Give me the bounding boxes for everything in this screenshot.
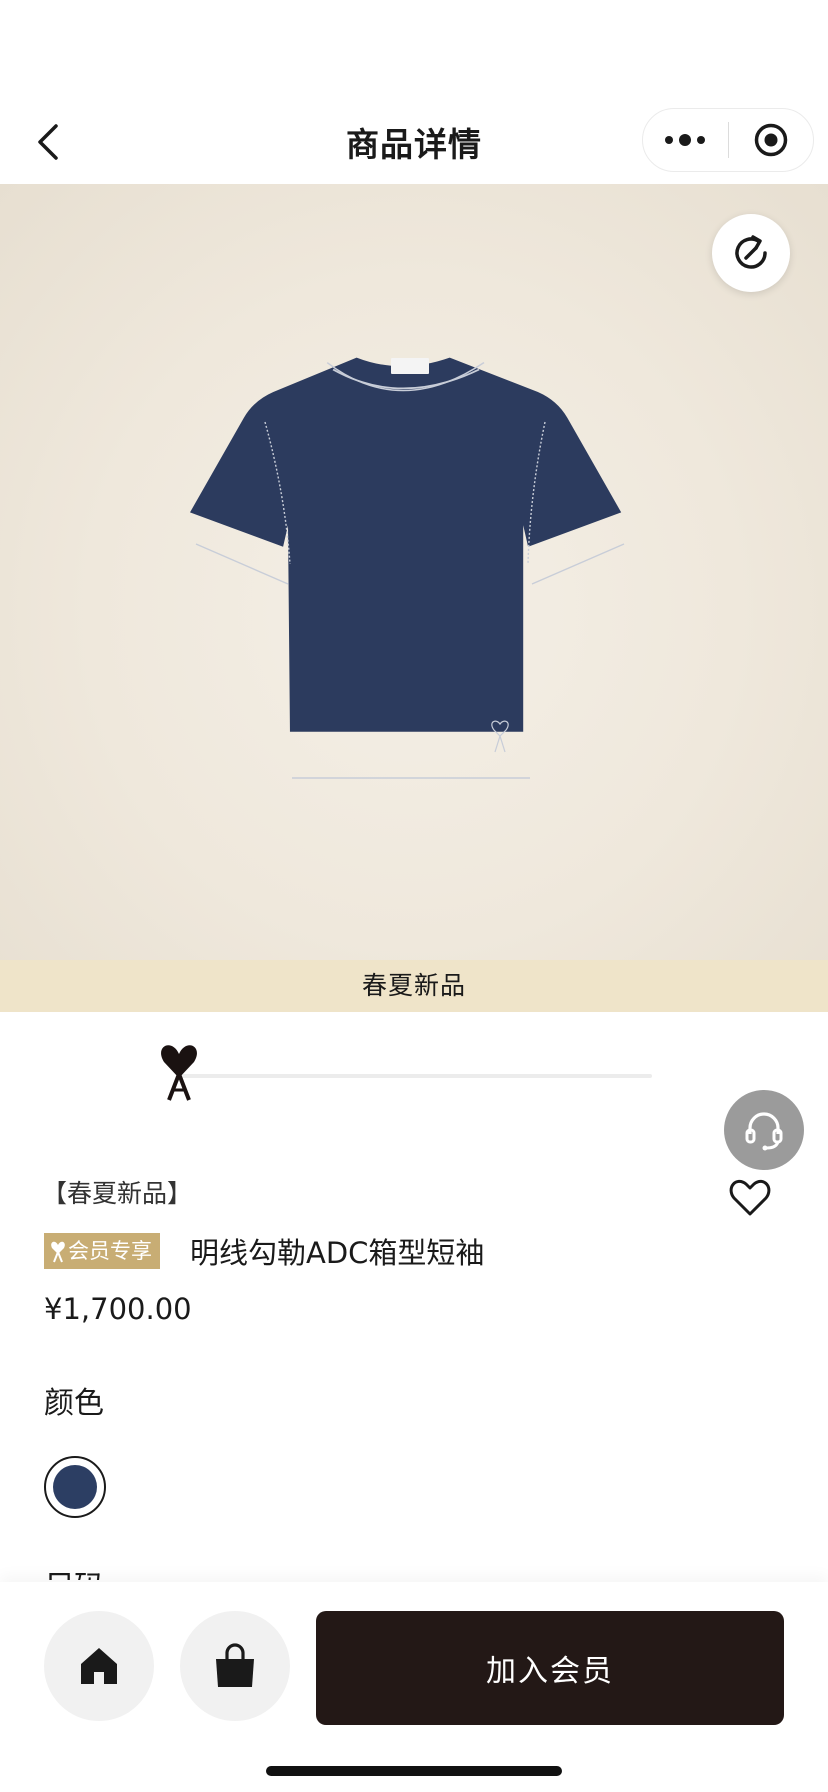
color-swatch-navy[interactable] xyxy=(44,1456,106,1518)
shopping-bag-button[interactable] xyxy=(180,1611,290,1721)
home-button[interactable] xyxy=(44,1611,154,1721)
product-price: ¥1,700.00 xyxy=(44,1292,192,1326)
color-label: 颜色 xyxy=(44,1386,104,1421)
product-image-area[interactable] xyxy=(0,184,828,960)
share-refresh-icon xyxy=(735,235,767,269)
member-exclusive-badge: 会员专享 xyxy=(44,1233,160,1269)
ami-heart-logo-icon xyxy=(161,1045,197,1101)
heart-outline-icon[interactable] xyxy=(728,1178,772,1218)
navigation-bar: 商品详情 xyxy=(0,100,828,184)
ami-heart-small-icon xyxy=(51,1241,65,1263)
home-icon xyxy=(81,1648,117,1684)
shopping-bag-icon xyxy=(216,1643,254,1687)
progress-track xyxy=(180,1074,652,1078)
image-progress xyxy=(0,1032,828,1112)
color-swatch-fill xyxy=(53,1465,97,1509)
join-member-button[interactable]: 加入会员 xyxy=(316,1611,784,1725)
mini-program-capsule xyxy=(642,108,814,172)
customer-service-button[interactable] xyxy=(724,1090,804,1170)
navy-tshirt-product-image xyxy=(190,357,625,779)
product-tag: 【春夏新品】 xyxy=(42,1179,193,1208)
home-indicator xyxy=(266,1766,562,1776)
size-label: 尺码 xyxy=(44,1562,104,1580)
badge-label: 会员专享 xyxy=(68,1239,152,1263)
share-button[interactable] xyxy=(712,214,790,292)
more-button[interactable] xyxy=(643,108,728,172)
season-banner: 春夏新品 xyxy=(0,960,828,1012)
more-dots-icon xyxy=(665,134,706,146)
headset-icon xyxy=(745,1112,783,1151)
product-title-row: 会员专享 明线勾勒ADC箱型短袖 xyxy=(44,1230,484,1272)
close-mini-program-button[interactable] xyxy=(729,108,814,172)
bottom-action-bar: 加入会员 xyxy=(0,1582,828,1792)
product-title: 明线勾勒ADC箱型短袖 xyxy=(190,1236,485,1270)
target-circle-icon xyxy=(754,123,787,157)
